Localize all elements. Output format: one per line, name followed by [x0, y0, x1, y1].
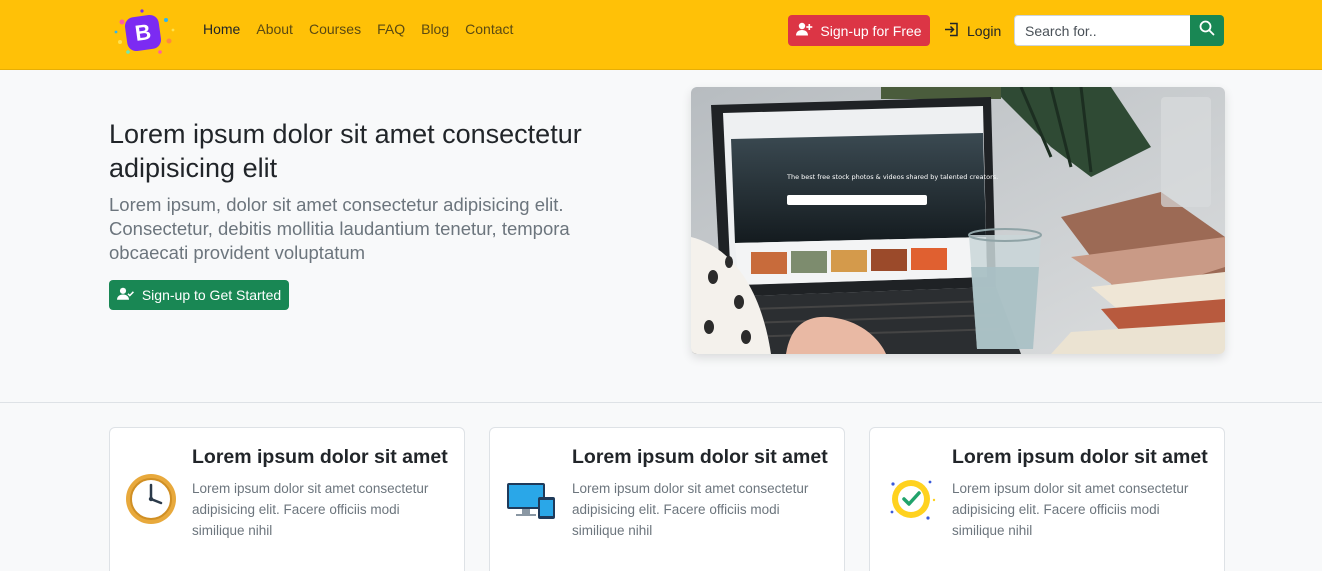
feature-card-title: Lorem ipsum dolor sit amet: [572, 446, 828, 468]
search-button[interactable]: [1190, 15, 1224, 46]
user-check-icon: [116, 287, 134, 303]
hero-image: The best free stock photos & videos shar…: [691, 87, 1225, 354]
search-icon: [1199, 20, 1215, 41]
nav-link-about[interactable]: About: [256, 21, 293, 37]
nav-link-courses[interactable]: Courses: [309, 21, 361, 37]
get-started-button[interactable]: Sign-up to Get Started: [109, 280, 289, 310]
login-label: Login: [967, 22, 1002, 39]
navbar: B Home About Courses FAQ Blog Contact Si…: [0, 0, 1322, 70]
feature-card-text: Lorem ipsum dolor sit amet consectetur a…: [952, 481, 1189, 538]
feature-card: Lorem ipsum dolor sit amet Lorem ipsum d…: [869, 427, 1225, 571]
search-form: [1014, 15, 1224, 46]
feature-card-text: Lorem ipsum dolor sit amet consectetur a…: [572, 481, 809, 538]
devices-icon: [504, 472, 558, 526]
nav-link-faq[interactable]: FAQ: [377, 21, 405, 37]
feature-card-title: Lorem ipsum dolor sit amet: [192, 446, 448, 468]
bootstrap-logo-icon[interactable]: B: [112, 8, 176, 56]
signup-free-button[interactable]: Sign-up for Free: [788, 15, 930, 46]
hero-text: Lorem ipsum, dolor sit amet consectetur …: [109, 194, 570, 263]
search-input[interactable]: [1014, 15, 1190, 46]
clock-icon: [124, 472, 178, 526]
signup-free-label: Sign-up for Free: [820, 22, 922, 39]
login-icon: [944, 22, 959, 40]
laptop-screen-headline: The best free stock photos & videos shar…: [786, 173, 998, 181]
section-divider: [0, 402, 1322, 403]
nav-link-blog[interactable]: Blog: [421, 21, 449, 37]
hero-title: Lorem ipsum dolor sit amet consectetur a…: [109, 119, 582, 183]
get-started-label: Sign-up to Get Started: [141, 287, 282, 303]
nav-link-home[interactable]: Home: [203, 21, 240, 37]
nav-link-contact[interactable]: Contact: [465, 21, 513, 37]
login-button[interactable]: Login: [944, 15, 1001, 46]
add-user-icon: [796, 22, 813, 39]
check-badge-icon: [884, 472, 938, 526]
feature-card: Lorem ipsum dolor sit amet Lorem ipsum d…: [489, 427, 845, 571]
feature-card: Lorem ipsum dolor sit amet Lorem ipsum d…: [109, 427, 465, 571]
main-nav: Home About Courses FAQ Blog Contact: [203, 21, 529, 37]
feature-card-title: Lorem ipsum dolor sit amet: [952, 446, 1208, 468]
feature-card-text: Lorem ipsum dolor sit amet consectetur a…: [192, 481, 429, 538]
logo-letter: B: [123, 13, 163, 53]
